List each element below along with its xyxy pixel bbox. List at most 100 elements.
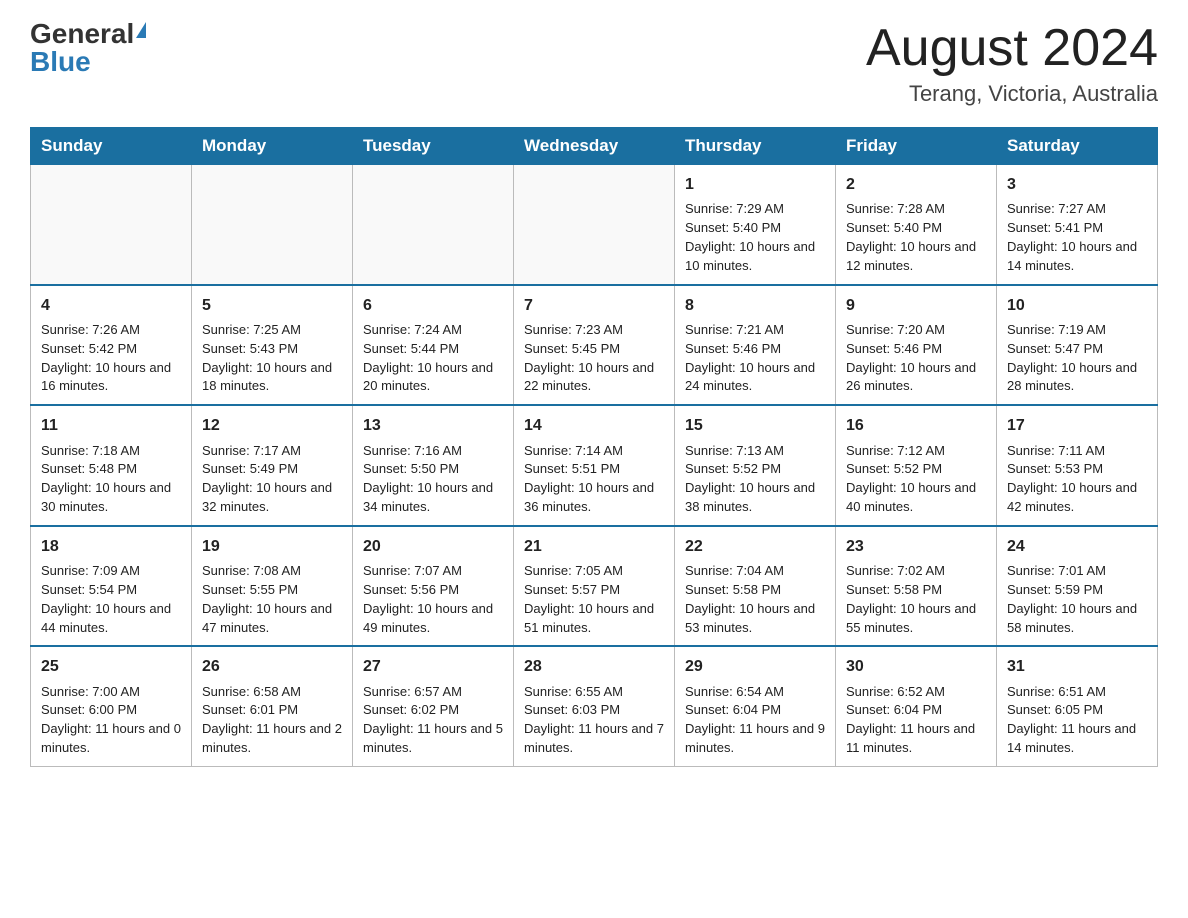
day-number: 12 xyxy=(202,414,342,437)
weekday-header-wednesday: Wednesday xyxy=(514,128,675,165)
calendar-cell: 24Sunrise: 7:01 AM Sunset: 5:59 PM Dayli… xyxy=(997,526,1158,647)
day-info: Sunrise: 7:05 AM Sunset: 5:57 PM Dayligh… xyxy=(524,563,654,635)
calendar-cell: 5 Sunrise: 7:25 AM Sunset: 5:43 PM Daylig… xyxy=(192,285,353,406)
calendar-cell: 17Sunrise: 7:11 AM Sunset: 5:53 PM Dayli… xyxy=(997,405,1158,526)
calendar-cell: 7 Sunrise: 7:23 AM Sunset: 5:45 PM Daylig… xyxy=(514,285,675,406)
day-info: Sunrise: 7:12 AM Sunset: 5:52 PM Dayligh… xyxy=(846,443,976,515)
day-number: 16 xyxy=(846,414,986,437)
day-number: 30 xyxy=(846,655,986,678)
calendar-table: SundayMondayTuesdayWednesdayThursdayFrid… xyxy=(30,127,1158,767)
calendar-week-row: 18 Sunrise: 7:09 AM Sunset: 5:54 PM Dayli… xyxy=(31,526,1158,647)
month-title: August 2024 xyxy=(866,20,1158,77)
day-info: Sunrise: 7:29 AM Sunset: 5:40 PM Dayligh… xyxy=(685,201,815,273)
day-number: 31 xyxy=(1007,655,1147,678)
calendar-cell: 20Sunrise: 7:07 AM Sunset: 5:56 PM Dayli… xyxy=(353,526,514,647)
calendar-week-row: 11 Sunrise: 7:18 AM Sunset: 5:48 PM Dayli… xyxy=(31,405,1158,526)
day-number: 14 xyxy=(524,414,664,437)
day-number: 21 xyxy=(524,535,664,558)
day-info: Sunrise: 7:16 AM Sunset: 5:50 PM Dayligh… xyxy=(363,443,493,515)
day-number: 28 xyxy=(524,655,664,678)
calendar-cell: 21 Sunrise: 7:05 AM Sunset: 5:57 PM Dayli… xyxy=(514,526,675,647)
day-number: 7 xyxy=(524,294,664,317)
calendar-week-row: 25Sunrise: 7:00 AM Sunset: 6:00 PM Dayli… xyxy=(31,646,1158,766)
day-info: Sunrise: 7:24 AM Sunset: 5:44 PM Dayligh… xyxy=(363,322,493,394)
calendar-cell: 14 Sunrise: 7:14 AM Sunset: 5:51 PM Dayli… xyxy=(514,405,675,526)
calendar-cell: 31 Sunrise: 6:51 AM Sunset: 6:05 PM Dayli… xyxy=(997,646,1158,766)
day-number: 5 xyxy=(202,294,342,317)
day-number: 18 xyxy=(41,535,181,558)
day-number: 22 xyxy=(685,535,825,558)
calendar-cell: 30 Sunrise: 6:52 AM Sunset: 6:04 PM Dayli… xyxy=(836,646,997,766)
calendar-cell: 4Sunrise: 7:26 AM Sunset: 5:42 PM Daylig… xyxy=(31,285,192,406)
calendar-cell: 19 Sunrise: 7:08 AM Sunset: 5:55 PM Dayli… xyxy=(192,526,353,647)
day-info: Sunrise: 7:27 AM Sunset: 5:41 PM Dayligh… xyxy=(1007,201,1137,273)
day-info: Sunrise: 7:04 AM Sunset: 5:58 PM Dayligh… xyxy=(685,563,815,635)
day-info: Sunrise: 7:23 AM Sunset: 5:45 PM Dayligh… xyxy=(524,322,654,394)
calendar-cell: 16 Sunrise: 7:12 AM Sunset: 5:52 PM Dayli… xyxy=(836,405,997,526)
day-info: Sunrise: 7:19 AM Sunset: 5:47 PM Dayligh… xyxy=(1007,322,1137,394)
day-info: Sunrise: 7:08 AM Sunset: 5:55 PM Dayligh… xyxy=(202,563,332,635)
calendar-cell: 2 Sunrise: 7:28 AM Sunset: 5:40 PM Daylig… xyxy=(836,165,997,285)
calendar-cell: 22 Sunrise: 7:04 AM Sunset: 5:58 PM Dayli… xyxy=(675,526,836,647)
calendar-cell: 3 Sunrise: 7:27 AM Sunset: 5:41 PM Daylig… xyxy=(997,165,1158,285)
calendar-cell: 18 Sunrise: 7:09 AM Sunset: 5:54 PM Dayli… xyxy=(31,526,192,647)
day-number: 13 xyxy=(363,414,503,437)
day-info: Sunrise: 6:51 AM Sunset: 6:05 PM Dayligh… xyxy=(1007,684,1136,756)
day-number: 20 xyxy=(363,535,503,558)
day-info: Sunrise: 7:25 AM Sunset: 5:43 PM Dayligh… xyxy=(202,322,332,394)
day-info: Sunrise: 6:54 AM Sunset: 6:04 PM Dayligh… xyxy=(685,684,825,756)
day-info: Sunrise: 6:55 AM Sunset: 6:03 PM Dayligh… xyxy=(524,684,664,756)
calendar-cell xyxy=(31,165,192,285)
logo-blue-text: Blue xyxy=(30,48,91,76)
day-number: 2 xyxy=(846,173,986,196)
day-info: Sunrise: 7:11 AM Sunset: 5:53 PM Dayligh… xyxy=(1007,443,1137,515)
day-number: 10 xyxy=(1007,294,1147,317)
calendar-cell: 13 Sunrise: 7:16 AM Sunset: 5:50 PM Dayli… xyxy=(353,405,514,526)
day-info: Sunrise: 7:00 AM Sunset: 6:00 PM Dayligh… xyxy=(41,684,181,756)
calendar-header-row: SundayMondayTuesdayWednesdayThursdayFrid… xyxy=(31,128,1158,165)
calendar-cell: 28 Sunrise: 6:55 AM Sunset: 6:03 PM Dayli… xyxy=(514,646,675,766)
calendar-week-row: 1 Sunrise: 7:29 AM Sunset: 5:40 PM Daylig… xyxy=(31,165,1158,285)
day-info: Sunrise: 7:09 AM Sunset: 5:54 PM Dayligh… xyxy=(41,563,171,635)
day-number: 24 xyxy=(1007,535,1147,558)
calendar-cell xyxy=(514,165,675,285)
day-info: Sunrise: 7:28 AM Sunset: 5:40 PM Dayligh… xyxy=(846,201,976,273)
day-number: 19 xyxy=(202,535,342,558)
day-number: 3 xyxy=(1007,173,1147,196)
weekday-header-friday: Friday xyxy=(836,128,997,165)
calendar-cell xyxy=(192,165,353,285)
calendar-cell: 15 Sunrise: 7:13 AM Sunset: 5:52 PM Dayli… xyxy=(675,405,836,526)
title-block: August 2024 Terang, Victoria, Australia xyxy=(866,20,1158,107)
day-info: Sunrise: 6:52 AM Sunset: 6:04 PM Dayligh… xyxy=(846,684,975,756)
day-info: Sunrise: 7:20 AM Sunset: 5:46 PM Dayligh… xyxy=(846,322,976,394)
calendar-week-row: 4Sunrise: 7:26 AM Sunset: 5:42 PM Daylig… xyxy=(31,285,1158,406)
day-number: 9 xyxy=(846,294,986,317)
calendar-cell: 26 Sunrise: 6:58 AM Sunset: 6:01 PM Dayli… xyxy=(192,646,353,766)
day-number: 27 xyxy=(363,655,503,678)
calendar-cell xyxy=(353,165,514,285)
day-number: 4 xyxy=(41,294,181,317)
day-info: Sunrise: 6:58 AM Sunset: 6:01 PM Dayligh… xyxy=(202,684,342,756)
day-number: 23 xyxy=(846,535,986,558)
calendar-cell: 25Sunrise: 7:00 AM Sunset: 6:00 PM Dayli… xyxy=(31,646,192,766)
day-number: 26 xyxy=(202,655,342,678)
calendar-cell: 11 Sunrise: 7:18 AM Sunset: 5:48 PM Dayli… xyxy=(31,405,192,526)
calendar-cell: 8Sunrise: 7:21 AM Sunset: 5:46 PM Daylig… xyxy=(675,285,836,406)
day-info: Sunrise: 7:14 AM Sunset: 5:51 PM Dayligh… xyxy=(524,443,654,515)
calendar-cell: 6 Sunrise: 7:24 AM Sunset: 5:44 PM Daylig… xyxy=(353,285,514,406)
calendar-cell: 12Sunrise: 7:17 AM Sunset: 5:49 PM Dayli… xyxy=(192,405,353,526)
weekday-header-thursday: Thursday xyxy=(675,128,836,165)
weekday-header-sunday: Sunday xyxy=(31,128,192,165)
weekday-header-saturday: Saturday xyxy=(997,128,1158,165)
weekday-header-monday: Monday xyxy=(192,128,353,165)
day-number: 15 xyxy=(685,414,825,437)
logo-general-text: General xyxy=(30,20,134,48)
day-number: 6 xyxy=(363,294,503,317)
day-info: Sunrise: 7:13 AM Sunset: 5:52 PM Dayligh… xyxy=(685,443,815,515)
location-text: Terang, Victoria, Australia xyxy=(866,81,1158,107)
day-info: Sunrise: 7:18 AM Sunset: 5:48 PM Dayligh… xyxy=(41,443,171,515)
day-number: 11 xyxy=(41,414,181,437)
day-number: 1 xyxy=(685,173,825,196)
day-number: 29 xyxy=(685,655,825,678)
calendar-cell: 9 Sunrise: 7:20 AM Sunset: 5:46 PM Daylig… xyxy=(836,285,997,406)
